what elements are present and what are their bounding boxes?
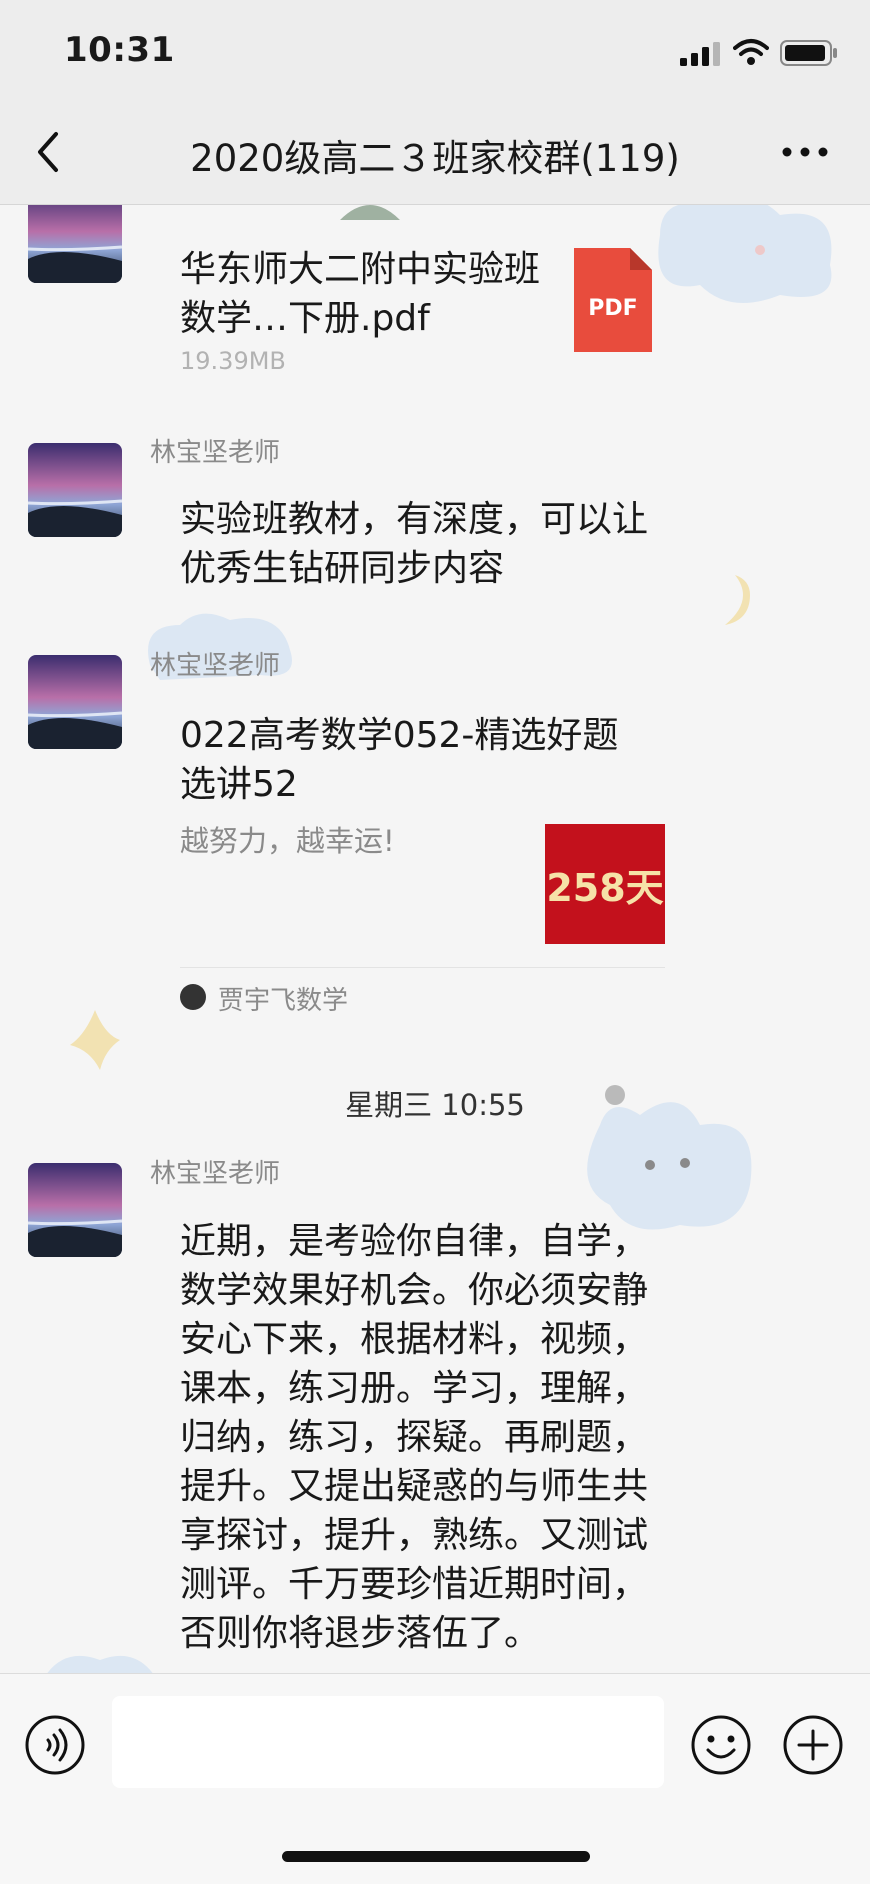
star-doodle-icon <box>70 1010 120 1070</box>
message-text[interactable]: 近期，是考验你自律，自学， 数学效果好机会。你必须安静 安心下来，根据材料，视频… <box>180 1217 648 1658</box>
message-line: 实验班教材，有深度，可以让 <box>180 499 649 540</box>
message-line: 否则你将退步落伍了。 <box>180 1613 541 1654</box>
date-stamp: 星期三 10:55 <box>345 1088 525 1122</box>
message-line: 享探讨，提升，熟练。又测试 <box>180 1515 649 1556</box>
battery-icon <box>780 40 837 66</box>
signal-icon <box>680 42 720 66</box>
status-bar: 10:31 <box>0 0 870 100</box>
voice-input-button[interactable] <box>24 1714 86 1776</box>
message-line: 归纳，练习，探疑。再刷题， <box>180 1417 649 1458</box>
nav-bar: 2020级高二３班家校群(119) <box>0 100 870 205</box>
pdf-file-icon[interactable]: PDF <box>574 248 652 352</box>
sender-name: 林宝坚老师 <box>150 1159 281 1189</box>
sender-name: 林宝坚老师 <box>150 438 281 468</box>
cloud-doodle-icon <box>658 205 832 303</box>
avatar[interactable] <box>28 205 122 283</box>
avatar[interactable] <box>28 1163 122 1257</box>
message-line: 安心下来，根据材料，视频， <box>180 1319 649 1360</box>
message-line: 近期，是考验你自律，自学， <box>180 1221 649 1262</box>
sender-name: 林宝坚老师 <box>150 651 281 681</box>
home-indicator[interactable] <box>282 1851 590 1862</box>
chat-title: 2020级高二３班家校群(119) <box>190 137 680 180</box>
file-name[interactable]: 华东师大二附中实验班数学…下册.pdf <box>180 245 560 343</box>
message-line: 课本，练习册。学习，理解， <box>180 1368 649 1409</box>
link-card-title[interactable]: 022高考数学052-精选好题选讲52 <box>180 711 650 809</box>
message-line: 数学效果好机会。你必须安静 <box>180 1270 649 1311</box>
file-size: 19.39MB <box>180 347 286 375</box>
avatar[interactable] <box>28 443 122 537</box>
avatar[interactable] <box>28 655 122 749</box>
moon-doodle-icon <box>725 575 750 625</box>
message-line: 优秀生钻研同步内容 <box>180 548 505 589</box>
pdf-badge-label: PDF <box>588 296 637 321</box>
link-card-thumbnail[interactable]: 258天 <box>545 824 665 944</box>
status-time: 10:31 <box>64 30 175 70</box>
source-account-icon <box>180 984 206 1010</box>
message-text[interactable]: 实验班教材，有深度，可以让 优秀生钻研同步内容 <box>180 495 648 593</box>
chat-history[interactable]: 华东师大二附中实验班数学…下册.pdf 19.39MB PDF 林宝坚老师 实验… <box>0 205 870 1673</box>
emoji-button[interactable] <box>690 1714 752 1776</box>
message-input[interactable] <box>112 1696 664 1788</box>
link-card-source: 贾宇飞数学 <box>218 986 349 1016</box>
cloud-doodle-bottom-icon <box>47 1656 153 1673</box>
message-line: 提升。又提出疑惑的与师生共 <box>180 1466 649 1507</box>
wifi-icon <box>733 39 769 65</box>
more-options-button[interactable] <box>780 140 830 164</box>
card-divider <box>180 967 665 968</box>
thumbnail-text: 258天 <box>546 865 664 910</box>
plus-button[interactable] <box>782 1714 844 1776</box>
link-card-description: 越努力，越幸运! <box>180 824 395 858</box>
leaf-doodle-icon <box>340 205 400 220</box>
message-line: 测评。千万要珍惜近期时间， <box>180 1564 649 1605</box>
